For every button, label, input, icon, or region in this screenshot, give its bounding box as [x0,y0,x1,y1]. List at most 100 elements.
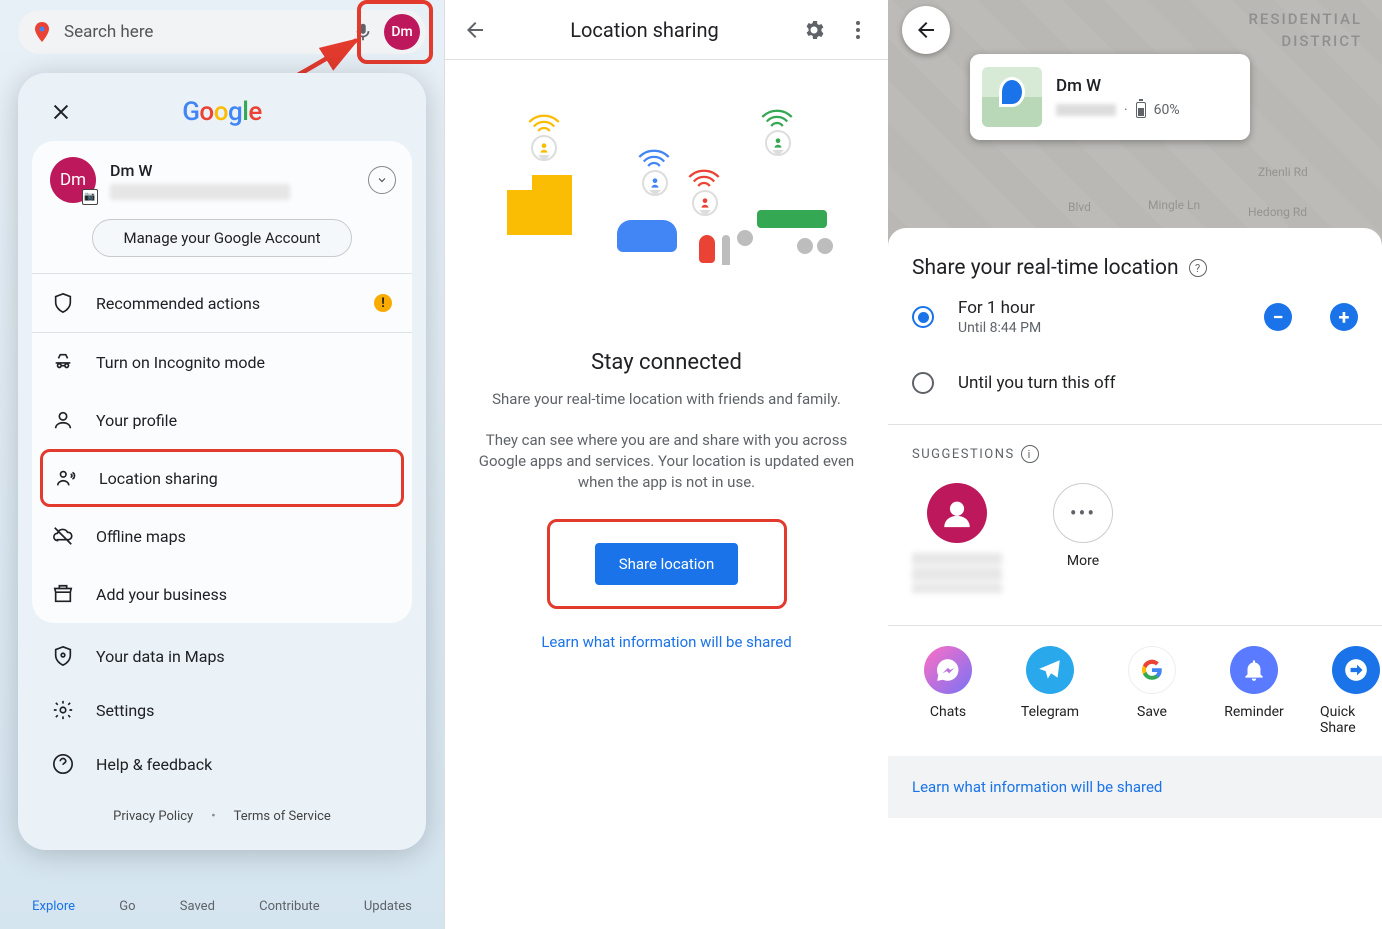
gear-icon[interactable] [802,18,826,42]
storefront-icon [52,583,74,605]
quickshare-icon [1332,646,1380,694]
menu-label: Offline maps [96,527,186,546]
privacy-link[interactable]: Privacy Policy [113,809,193,824]
person-icon [52,409,74,431]
account-avatar: Dm📷 [50,157,96,203]
share-target-telegram[interactable]: Telegram [1014,646,1086,736]
learn-link[interactable]: Learn what information will be shared [888,756,1382,818]
battery-level: 60% [1154,102,1180,118]
nav-go[interactable]: Go [119,899,135,914]
subheading-2: They can see where you are and share wit… [445,430,888,493]
messenger-icon [924,646,972,694]
account-email-redacted [110,184,290,200]
terms-link[interactable]: Terms of Service [234,809,331,824]
decrease-button[interactable]: − [1264,303,1292,331]
account-modal: Google Dm📷 Dm W Manage your Google Accou… [18,73,426,850]
info-icon[interactable]: i [1021,445,1039,463]
nav-contribute[interactable]: Contribute [259,899,320,914]
duration-option-1hour[interactable]: For 1 hour Until 8:44 PM − + [888,280,1382,354]
share-label: Chats [930,704,966,720]
menu-add-business[interactable]: Add your business [32,565,412,623]
increase-button[interactable]: + [1330,303,1358,331]
heading: Stay connected [445,350,888,375]
contact-card[interactable]: Dm W · 60% [970,54,1250,140]
page-title: Location sharing [499,18,790,42]
header: Location sharing [445,0,888,60]
nav-updates[interactable]: Updates [364,899,412,914]
google-logo: Google [182,97,262,127]
separator-dot: · [1124,102,1128,118]
cloud-off-icon [52,525,74,547]
menu-label: Turn on Incognito mode [96,353,265,372]
share-target-quickshare[interactable]: Quick Share [1320,646,1382,736]
bottom-nav: Explore Go Saved Contribute Updates [0,889,444,923]
menu-label: Help & feedback [96,755,212,774]
suggestion-contact[interactable] [912,483,1002,593]
gear-icon [52,699,74,721]
more-icon: ••• [1053,483,1113,543]
account-row[interactable]: Dm📷 Dm W [32,141,412,219]
location-sharing-icon [55,467,77,489]
menu-offline-maps[interactable]: Offline maps [32,507,412,565]
manage-account-button[interactable]: Manage your Google Account [92,219,352,257]
suggestions-header: SUGGESTIONS [912,447,1015,462]
share-label: Reminder [1224,704,1284,720]
more-icon[interactable] [846,18,870,42]
menu-help[interactable]: Help & feedback [32,737,412,791]
menu-label: Add your business [96,585,227,604]
share-target-save[interactable]: Save [1116,646,1188,736]
menu-your-data[interactable]: Your data in Maps [32,629,412,683]
menu-label: Settings [96,701,154,720]
duration-option-until-off[interactable]: Until you turn this off [888,354,1382,412]
more-label: More [1067,553,1099,569]
sheet-title: Share your real-time location [912,256,1179,280]
account-name: Dm W [110,161,290,180]
maps-pin-icon [30,20,54,44]
menu-settings[interactable]: Settings [32,683,412,737]
shield-icon [52,292,74,314]
learn-link[interactable]: Learn what information will be shared [445,633,888,651]
share-location-button[interactable]: Share location [595,543,739,585]
share-label: Quick Share [1320,704,1382,736]
person-icon [927,483,987,543]
contact-name: Dm W [1056,76,1180,96]
close-button[interactable] [46,97,76,127]
info-icon[interactable]: ? [1189,259,1207,277]
back-icon[interactable] [463,18,487,42]
menu-label: Location sharing [99,469,218,488]
expand-accounts-button[interactable] [368,166,396,194]
share-label: Telegram [1021,704,1079,720]
suggestion-name-redacted [912,553,1002,593]
google-icon [1128,646,1176,694]
back-button[interactable] [902,6,950,54]
menu-label: Your profile [96,411,177,430]
suggestion-more[interactable]: ••• More [1038,483,1128,593]
share-target-chats[interactable]: Chats [912,646,984,736]
annotation-box: Share location [547,519,787,609]
contact-map-thumbnail [982,67,1042,127]
menu-recommended-actions[interactable]: Recommended actions ! [32,274,412,332]
option-sublabel: Until 8:44 PM [958,320,1240,336]
incognito-icon [52,351,74,373]
contact-address-redacted [1056,104,1116,116]
radio-checked-icon[interactable] [912,306,934,328]
menu-profile[interactable]: Your profile [32,391,412,449]
menu-incognito[interactable]: Turn on Incognito mode [32,333,412,391]
option-label: For 1 hour [958,298,1240,318]
battery-icon [1136,102,1146,118]
avatar-initials: Dm [60,170,86,190]
help-icon [52,753,74,775]
menu-label: Recommended actions [96,294,260,313]
share-label: Save [1137,704,1167,720]
radio-unchecked-icon[interactable] [912,372,934,394]
bell-icon [1230,646,1278,694]
shield-check-icon [52,645,74,667]
share-sheet: Share your real-time location ? For 1 ho… [888,228,1382,929]
share-target-reminder[interactable]: Reminder [1218,646,1290,736]
separator-dot: • [211,809,215,824]
camera-badge-icon: 📷 [82,189,98,205]
menu-location-sharing[interactable]: Location sharing [40,449,404,507]
nav-explore[interactable]: Explore [32,899,75,914]
nav-saved[interactable]: Saved [180,899,215,914]
telegram-icon [1026,646,1074,694]
